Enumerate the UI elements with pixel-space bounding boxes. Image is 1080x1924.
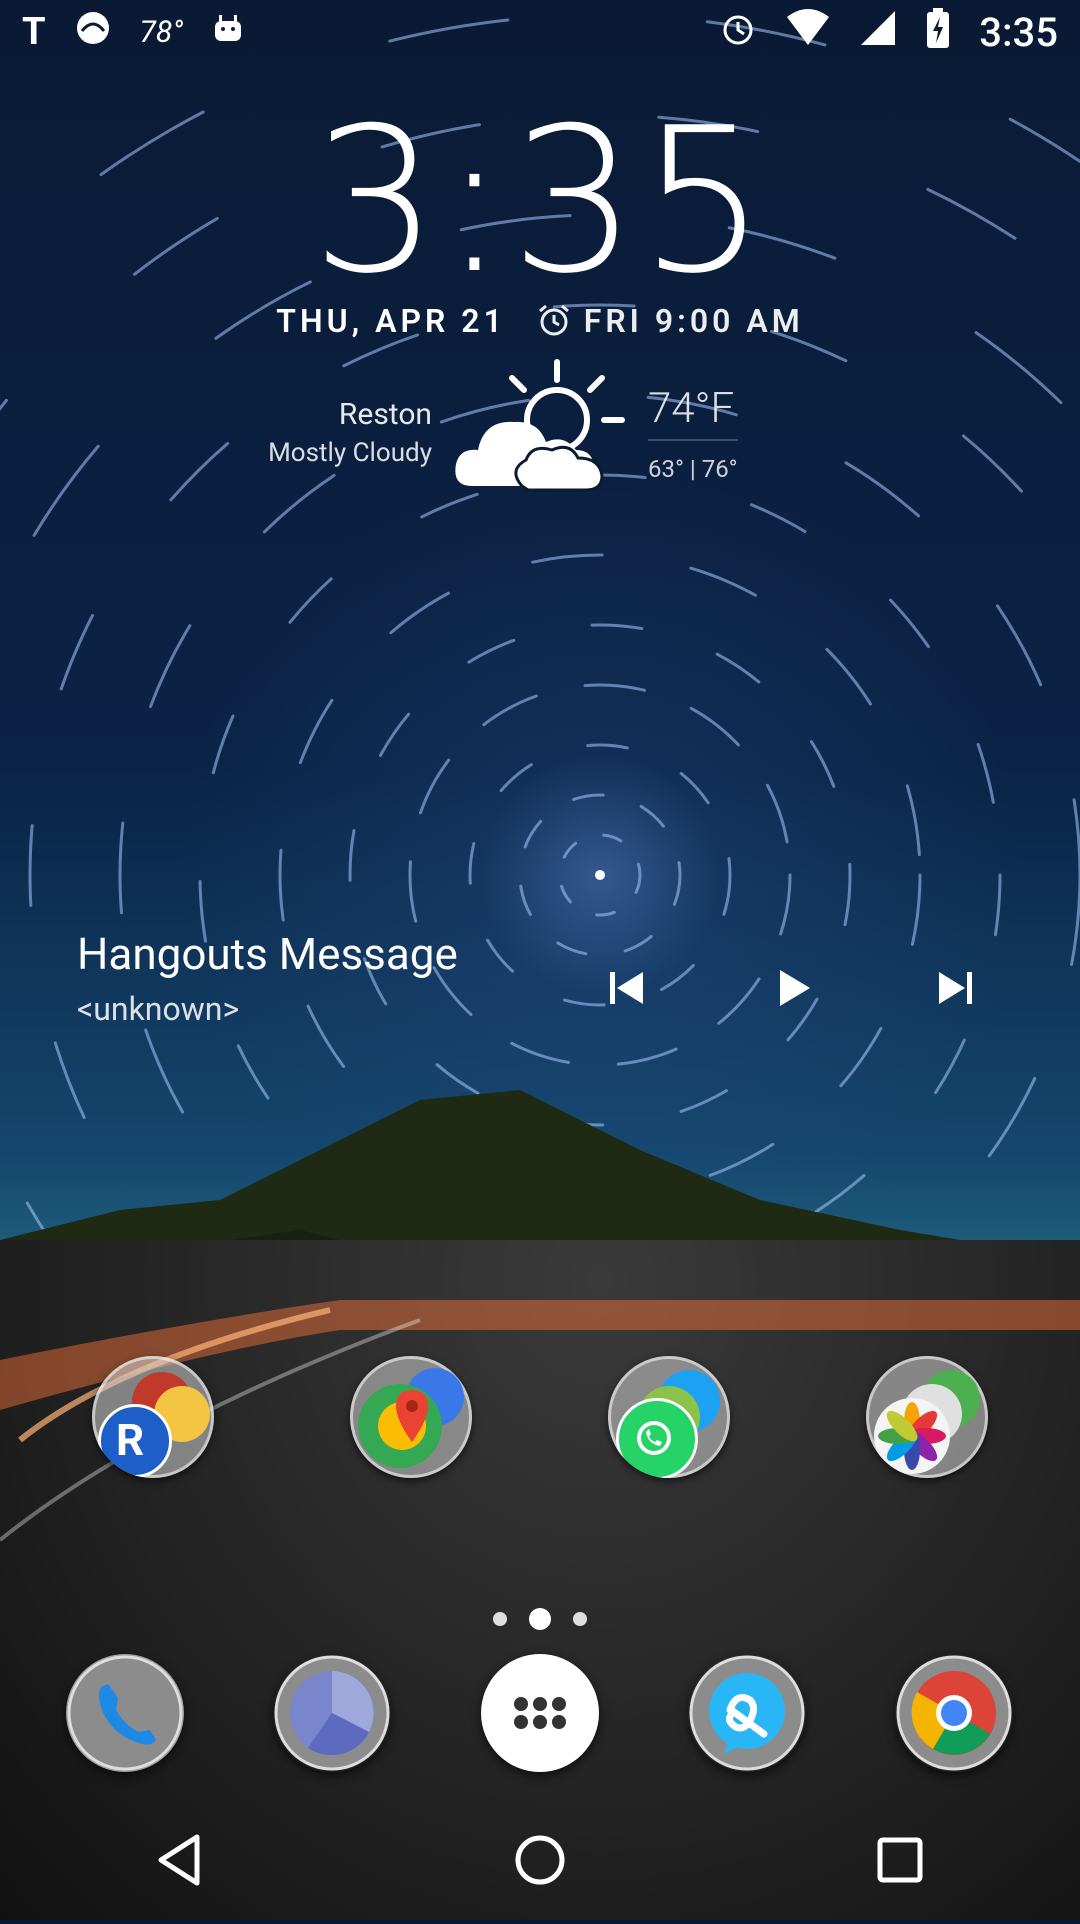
weather-temperature-block[interactable]: 74°F 63° | 76° <box>648 384 738 483</box>
page-indicator <box>0 1608 1080 1630</box>
signal-icon <box>859 9 897 56</box>
next-alarm: FRI 9:00 AM <box>536 302 804 340</box>
home-icon[interactable] <box>505 1825 575 1895</box>
page-dot[interactable] <box>493 1612 507 1626</box>
status-time: 3:35 <box>979 8 1058 56</box>
page-dot[interactable] <box>573 1612 587 1626</box>
android-icon <box>211 11 245 54</box>
weather-city: Reston <box>338 397 432 432</box>
maps-pin-icon <box>396 1390 428 1442</box>
wifi-icon <box>785 8 831 56</box>
alarm-clock-icon <box>538 304 569 336</box>
folder-4[interactable] <box>866 1356 988 1478</box>
sync-ball-icon <box>74 9 112 56</box>
weather-location[interactable]: Reston Mostly Cloudy <box>268 395 432 471</box>
messaging-app-icon[interactable] <box>688 1654 806 1772</box>
t-mobile-icon: T <box>22 10 46 54</box>
weather-temperature: 74°F <box>648 384 738 441</box>
weather-range: 63° | 76° <box>648 455 738 483</box>
partly-cloudy-icon[interactable] <box>452 358 632 498</box>
page-dot-active[interactable] <box>529 1608 551 1630</box>
clock-app-icon[interactable] <box>273 1654 391 1772</box>
media-subtitle: <unknown> <box>77 990 240 1028</box>
status-bar: T 78° 3:35 <box>0 0 1080 64</box>
chrome-app-icon[interactable] <box>895 1654 1013 1772</box>
app-drawer-icon[interactable] <box>481 1654 599 1772</box>
temperature-badge: 78° <box>139 14 184 50</box>
navigation-bar <box>0 1800 1080 1920</box>
date-label: THU, APR 21 <box>276 302 506 340</box>
recents-icon[interactable] <box>865 1825 935 1895</box>
weather-condition: Mostly Cloudy <box>268 437 432 468</box>
media-title: Hangouts Message <box>77 928 458 980</box>
phone-app-icon[interactable] <box>66 1654 184 1772</box>
next-icon[interactable] <box>925 958 985 1018</box>
folder-3[interactable] <box>608 1356 730 1478</box>
r-app-icon: R <box>116 1414 145 1466</box>
play-icon[interactable] <box>762 958 822 1018</box>
folder-2[interactable] <box>350 1356 472 1478</box>
whatsapp-icon <box>637 1421 671 1455</box>
folder-1[interactable]: R <box>92 1356 214 1478</box>
photos-flower-icon <box>874 1398 950 1474</box>
back-icon[interactable] <box>145 1825 215 1895</box>
battery-charging-icon <box>925 7 951 58</box>
previous-icon[interactable] <box>597 958 657 1018</box>
clock-widget-time[interactable]: 3:35 <box>0 102 1080 302</box>
alarm-icon <box>719 9 757 56</box>
next-alarm-label: FRI 9:00 AM <box>583 302 804 340</box>
date-alarm-line[interactable]: THU, APR 21 FRI 9:00 AM <box>0 302 1080 340</box>
